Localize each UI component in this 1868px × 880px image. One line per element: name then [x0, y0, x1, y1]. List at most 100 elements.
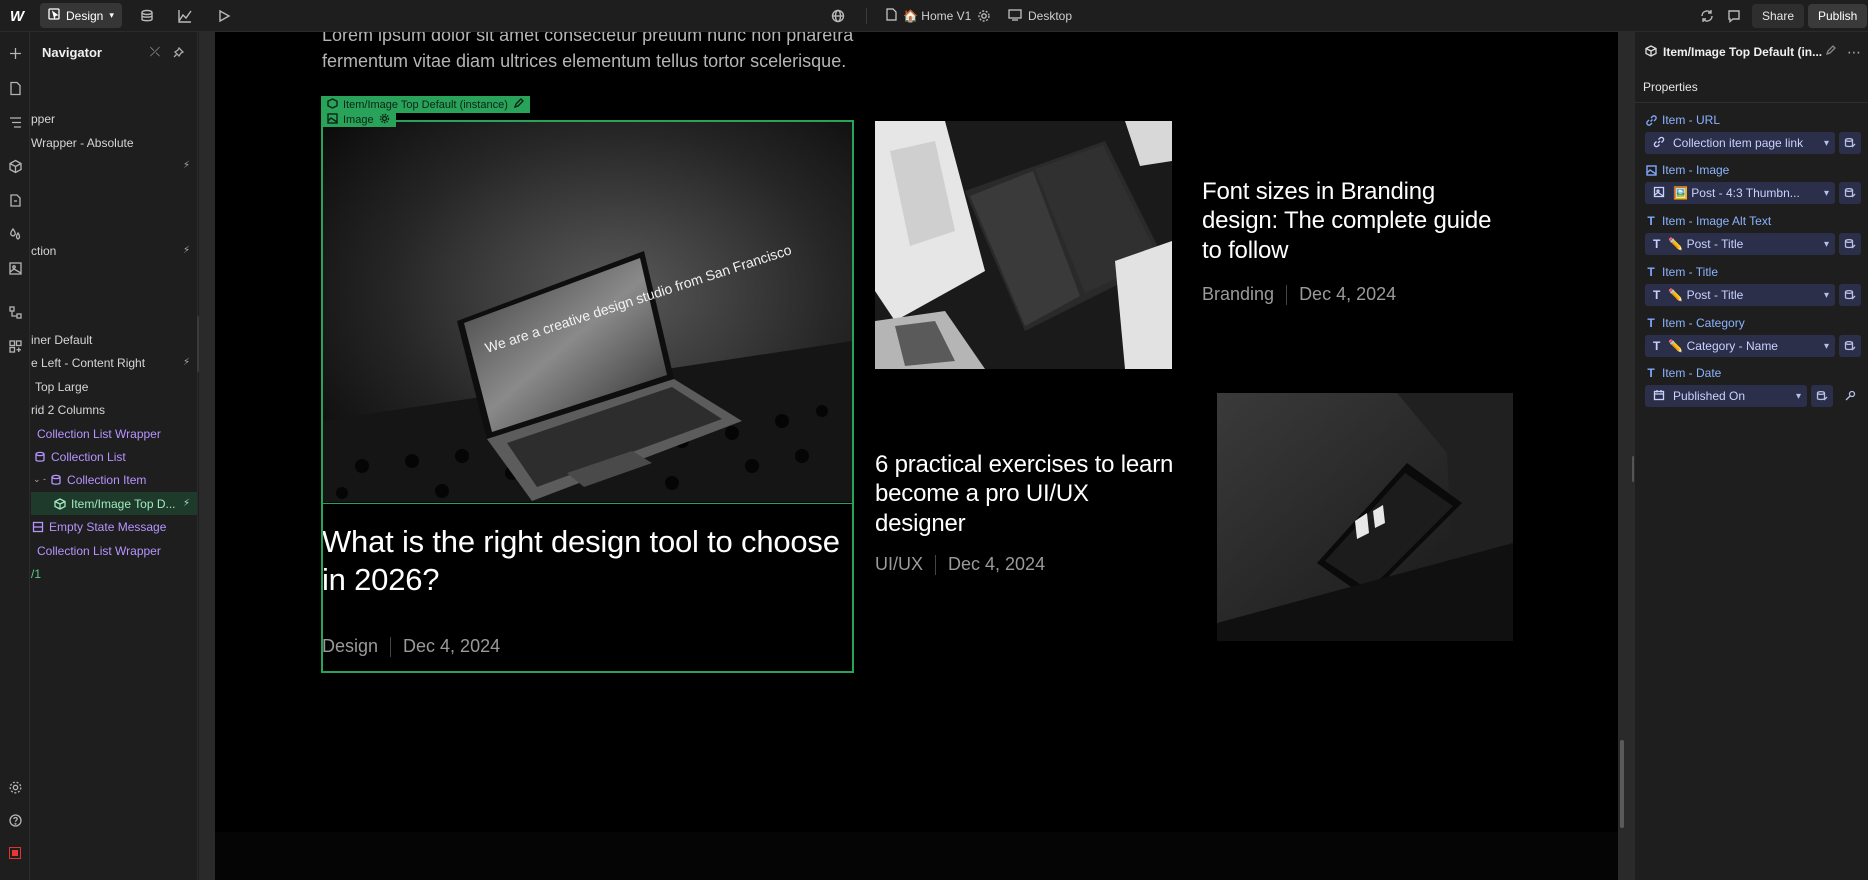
text-icon: T	[1653, 237, 1661, 251]
tree-item[interactable]: iner Default	[31, 328, 197, 351]
page-icon	[886, 8, 897, 24]
bind-data-button[interactable]	[1839, 182, 1861, 204]
text-icon: T	[1653, 339, 1661, 353]
post-title-2[interactable]: Font sizes in Branding design: The compl…	[1202, 177, 1492, 265]
book-photo	[875, 121, 1172, 369]
design-canvas[interactable]: Lorem ipsum dolor sit amet consectetur p…	[215, 32, 1618, 880]
post-category-1[interactable]: Design	[322, 636, 378, 657]
share-button[interactable]: Share	[1752, 4, 1805, 28]
interaction-bolt-icon: ⚡	[182, 498, 190, 509]
tree-item[interactable]: Wrapper - Absolute	[31, 131, 197, 154]
settings-gear-icon[interactable]	[4, 776, 26, 798]
selection-tag[interactable]: Item/Image Top Default (instance)	[321, 96, 530, 113]
sync-icon[interactable]	[1696, 0, 1718, 32]
variables-icon[interactable]	[4, 189, 26, 211]
webflow-logo[interactable]: W	[6, 0, 28, 32]
edit-component-icon[interactable]	[1825, 45, 1836, 59]
tree-item[interactable]: pper	[31, 107, 197, 130]
tree-item-collection-list-wrapper[interactable]: Collection List Wrapper	[31, 539, 197, 562]
database-icon	[33, 450, 47, 464]
post-image-phone[interactable]	[1217, 393, 1513, 641]
prop-field-date[interactable]: Published On ▾	[1645, 385, 1807, 407]
phone-photo	[1217, 393, 1513, 641]
post-meta-3: UI/UX Dec 4, 2024	[875, 554, 1045, 575]
preview-play-icon[interactable]	[213, 0, 235, 32]
tree-item[interactable]: e Left - Content Right ⚡	[31, 351, 197, 374]
prop-field-category[interactable]: T ✏️ Category - Name ▾	[1645, 335, 1835, 357]
tree-item[interactable]: ction ⚡	[31, 239, 197, 262]
bind-data-button[interactable]	[1839, 284, 1861, 306]
image-icon	[327, 112, 338, 127]
tree-item-collection-list[interactable]: Collection List	[31, 445, 197, 468]
unlink-wrench-icon[interactable]	[1839, 385, 1861, 407]
pages-icon[interactable]	[4, 77, 26, 99]
styles-drops-icon[interactable]	[4, 223, 26, 245]
desktop-icon	[1008, 8, 1022, 24]
gear-icon[interactable]	[379, 113, 390, 127]
bind-data-button[interactable]	[1839, 335, 1861, 357]
interaction-bolt-icon: ⚡	[182, 357, 190, 368]
chevron-down-icon: ▾	[1823, 137, 1829, 149]
tab-properties[interactable]: Properties	[1643, 72, 1698, 102]
record-icon[interactable]	[4, 842, 26, 864]
tree-item[interactable]: Top Large	[31, 375, 197, 398]
prop-field-url[interactable]: Collection item page link ▾	[1645, 132, 1835, 154]
bind-data-button[interactable]	[1811, 385, 1833, 407]
navigator-title: Navigator	[42, 44, 102, 60]
image-tag[interactable]: Image	[321, 112, 396, 127]
canvas-scrollbar-thumb[interactable]	[1620, 740, 1624, 828]
analytics-icon[interactable]	[174, 0, 196, 32]
components-icon[interactable]	[4, 155, 26, 177]
pin-icon[interactable]	[170, 44, 186, 60]
prop-field-image[interactable]: 🖼️ Post - 4:3 Thumbn... ▾	[1645, 182, 1835, 204]
bind-data-button[interactable]	[1839, 233, 1861, 255]
page-settings-gear-icon[interactable]	[973, 0, 995, 32]
tree-item[interactable]: /1	[31, 562, 197, 585]
post-date-2: Dec 4, 2024	[1299, 284, 1397, 304]
publish-button[interactable]: Publish	[1808, 4, 1868, 28]
post-title-3[interactable]: 6 practical exercises to learn become a …	[875, 450, 1185, 538]
breakpoint-selector[interactable]: Desktop	[1008, 0, 1072, 32]
tree-item-image-top-default[interactable]: Item/Image Top D... ⚡	[31, 492, 197, 515]
post-title-1[interactable]: What is the right design tool to choose …	[322, 523, 842, 599]
tree-item-collection-item[interactable]: ⌄ - Collection Item	[31, 468, 197, 491]
globe-icon[interactable]	[827, 0, 849, 32]
post-image-book[interactable]	[875, 121, 1172, 369]
tree-item[interactable]: ⚡	[31, 154, 197, 177]
chevron-down-icon: ▾	[109, 10, 114, 20]
collapse-icon[interactable]: ⤫	[147, 44, 163, 60]
apps-icon[interactable]	[4, 335, 26, 357]
more-options-icon[interactable]: ⋯	[1847, 44, 1861, 61]
prop-label-date: T Item - Date	[1645, 364, 1721, 382]
page-selector[interactable]: 🏠 Home V1	[886, 0, 971, 32]
chevron-down-icon: ▾	[1795, 390, 1801, 402]
component-icon	[327, 97, 338, 112]
design-mode-button[interactable]: Design ▾	[40, 3, 122, 28]
post-category-2[interactable]: Branding	[1202, 284, 1274, 305]
component-icon	[1645, 44, 1657, 60]
database-icon	[49, 473, 63, 487]
cms-icon[interactable]	[136, 0, 158, 32]
prop-field-alt-text[interactable]: T ✏️ Post - Title ▾	[1645, 233, 1835, 255]
post-category-3[interactable]: UI/UX	[875, 554, 923, 575]
tree-item[interactable]: rid 2 Columns	[31, 398, 197, 421]
bind-data-button[interactable]	[1839, 132, 1861, 154]
prop-field-title[interactable]: T ✏️ Post - Title ▾	[1645, 284, 1835, 306]
add-elements-plus-icon[interactable]	[4, 42, 26, 64]
tree-item-collection-list-wrapper[interactable]: Collection List Wrapper	[31, 422, 197, 445]
text-icon: T	[1647, 214, 1655, 228]
tree-item-empty-state[interactable]: Empty State Message	[31, 515, 197, 538]
intro-paragraph[interactable]: Lorem ipsum dolor sit amet consectetur p…	[322, 32, 882, 74]
comments-icon[interactable]	[1723, 0, 1745, 32]
post-image-laptop[interactable]: We are a creative design studio from San…	[322, 121, 852, 502]
navigator-layers-icon[interactable]	[4, 111, 26, 133]
edit-pencil-icon[interactable]	[513, 97, 524, 112]
logic-flow-icon[interactable]	[4, 301, 26, 323]
interaction-bolt-icon: ⚡	[182, 160, 190, 171]
image-icon	[1653, 186, 1665, 201]
meta-divider	[390, 636, 392, 657]
text-icon: T	[1653, 288, 1661, 302]
help-icon[interactable]	[4, 809, 26, 831]
laptop-photo: We are a creative design studio from San…	[322, 121, 852, 502]
assets-image-icon[interactable]	[4, 257, 26, 279]
